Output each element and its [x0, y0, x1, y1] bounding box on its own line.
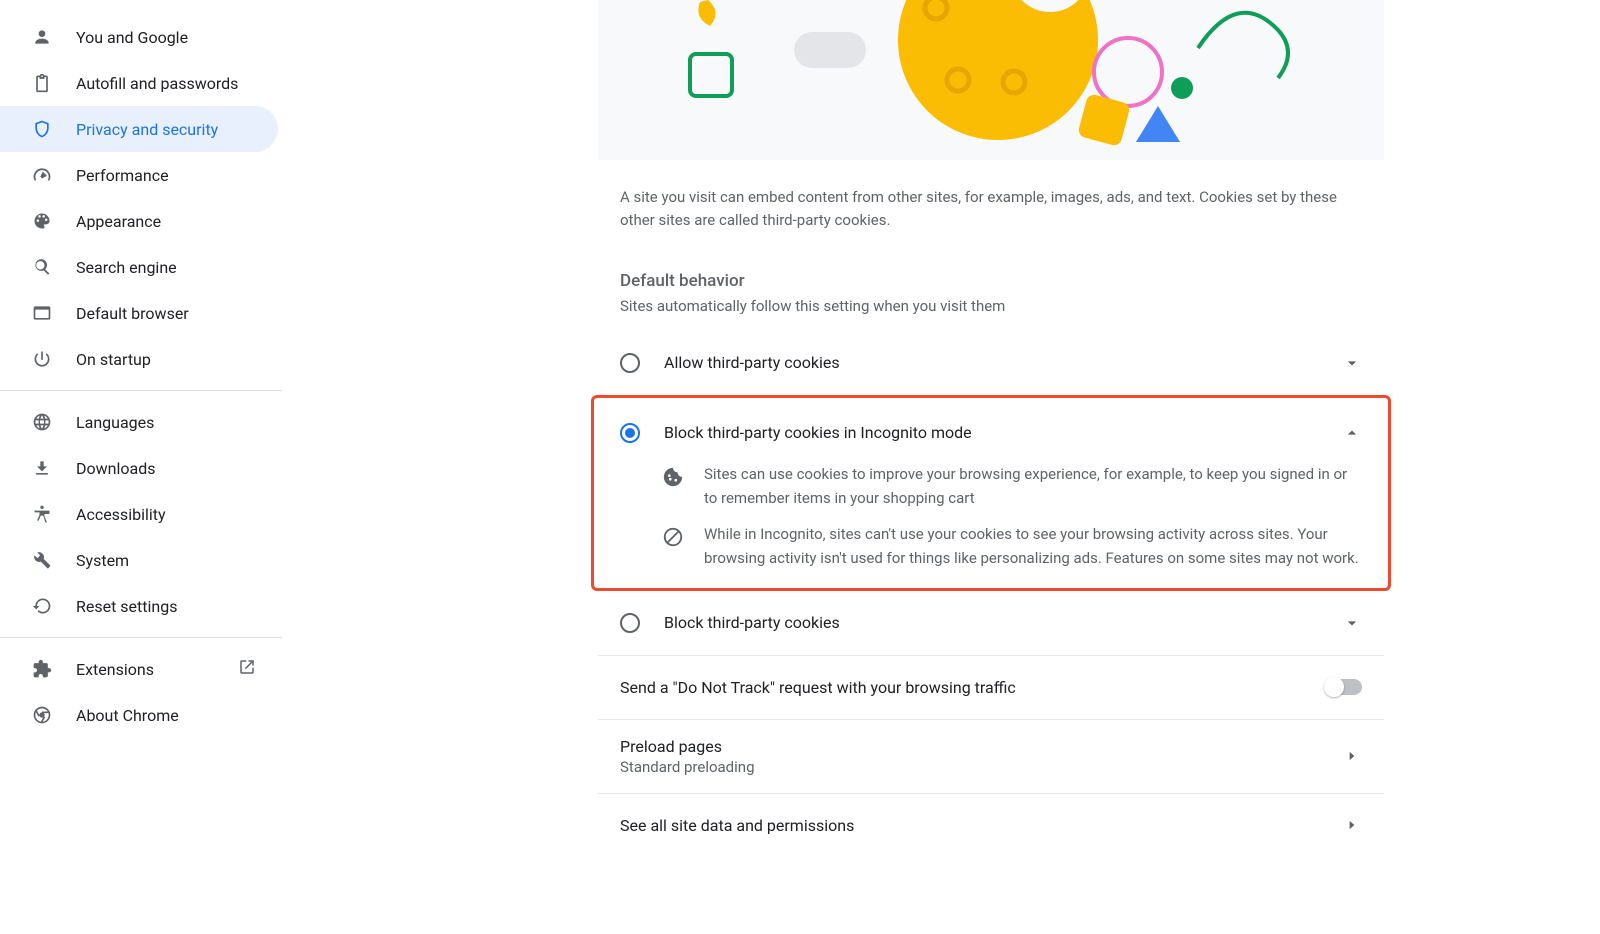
chrome-icon	[30, 703, 54, 727]
sidebar-item-label: On startup	[76, 350, 278, 369]
sidebar-item-autofill[interactable]: Autofill and passwords	[0, 60, 278, 106]
cookie-icon	[662, 466, 684, 488]
sidebar-item-label: Search engine	[76, 258, 278, 277]
chevron-down-icon[interactable]	[1342, 613, 1362, 633]
option-description-text: While in Incognito, sites can't use your…	[704, 522, 1362, 570]
radio-icon[interactable]	[620, 613, 640, 633]
option-description-text: Sites can use cookies to improve your br…	[704, 462, 1362, 510]
hero-illustration	[598, 0, 1384, 160]
sidebar-item-reset-settings[interactable]: Reset settings	[0, 583, 278, 629]
sidebar-item-downloads[interactable]: Downloads	[0, 445, 278, 491]
sidebar-item-label: About Chrome	[76, 706, 278, 725]
arrow-right-icon	[1342, 815, 1362, 835]
option-label: Allow third-party cookies	[664, 353, 1318, 372]
default-behavior-subtitle: Sites automatically follow this setting …	[598, 297, 1384, 321]
restore-icon	[30, 594, 54, 618]
toggle-switch[interactable]	[1326, 679, 1362, 695]
sidebar-item-label: Privacy and security	[76, 120, 278, 139]
sidebar-item-accessibility[interactable]: Accessibility	[0, 491, 278, 537]
sidebar-item-on-startup[interactable]: On startup	[0, 336, 278, 382]
option-block-incognito[interactable]: Block third-party cookies in Incognito m…	[598, 398, 1384, 462]
sidebar-item-default-browser[interactable]: Default browser	[0, 290, 278, 336]
wrench-icon	[30, 548, 54, 572]
sidebar-item-label: System	[76, 551, 278, 570]
row-label: Send a "Do Not Track" request with your …	[620, 678, 1302, 697]
arrow-right-icon	[1342, 746, 1362, 766]
sidebar-item-label: Performance	[76, 166, 278, 185]
sidebar-divider	[0, 637, 282, 638]
option-description-row: Sites can use cookies to improve your br…	[598, 462, 1384, 522]
globe-icon	[30, 410, 54, 434]
clipboard-icon	[30, 71, 54, 95]
sidebar-item-label: Accessibility	[76, 505, 278, 524]
sidebar-divider	[0, 390, 282, 391]
row-subtitle: Standard preloading	[620, 758, 1318, 776]
highlighted-selection: Block third-party cookies in Incognito m…	[591, 395, 1391, 591]
browser-icon	[30, 301, 54, 325]
default-behavior-title: Default behavior	[598, 233, 1384, 297]
sidebar-item-label: You and Google	[76, 28, 278, 47]
option-allow-third-party-cookies[interactable]: Allow third-party cookies	[598, 331, 1384, 395]
sidebar-item-label: Languages	[76, 413, 278, 432]
sidebar-item-system[interactable]: System	[0, 537, 278, 583]
chevron-up-icon[interactable]	[1342, 423, 1362, 443]
puzzle-icon	[30, 657, 54, 681]
settings-panel: A site you visit can embed content from …	[598, 0, 1384, 934]
row-preload-pages[interactable]: Preload pages Standard preloading	[598, 719, 1384, 793]
sidebar-item-search-engine[interactable]: Search engine	[0, 244, 278, 290]
radio-icon[interactable]	[620, 423, 640, 443]
option-description-row: While in Incognito, sites can't use your…	[598, 522, 1384, 588]
row-title: Preload pages	[620, 737, 1318, 756]
speedometer-icon	[30, 163, 54, 187]
sidebar-item-appearance[interactable]: Appearance	[0, 198, 278, 244]
sidebar-item-label: Extensions	[76, 660, 216, 679]
chevron-down-icon[interactable]	[1342, 353, 1362, 373]
sidebar-item-extensions[interactable]: Extensions	[0, 646, 278, 692]
row-see-all-site-data[interactable]: See all site data and permissions	[598, 793, 1384, 857]
settings-sidebar: You and Google Autofill and passwords Pr…	[0, 0, 282, 934]
option-label: Block third-party cookies in Incognito m…	[664, 423, 1318, 442]
sidebar-item-privacy-security[interactable]: Privacy and security	[0, 106, 278, 152]
row-label: See all site data and permissions	[620, 816, 1318, 835]
row-do-not-track[interactable]: Send a "Do Not Track" request with your …	[598, 655, 1384, 719]
sidebar-item-label: Reset settings	[76, 597, 278, 616]
row-label: Preload pages Standard preloading	[620, 737, 1318, 776]
sidebar-item-you-and-google[interactable]: You and Google	[0, 14, 278, 60]
palette-icon	[30, 209, 54, 233]
power-icon	[30, 347, 54, 371]
option-block-third-party-cookies[interactable]: Block third-party cookies	[598, 591, 1384, 655]
intro-text: A site you visit can embed content from …	[598, 160, 1384, 233]
main-content: A site you visit can embed content from …	[282, 0, 1600, 934]
accessibility-icon	[30, 502, 54, 526]
open-external-icon	[238, 658, 256, 680]
block-icon	[662, 526, 684, 548]
search-icon	[30, 255, 54, 279]
sidebar-item-label: Default browser	[76, 304, 278, 323]
sidebar-item-about-chrome[interactable]: About Chrome	[0, 692, 278, 738]
download-icon	[30, 456, 54, 480]
sidebar-item-label: Autofill and passwords	[76, 74, 278, 93]
person-icon	[30, 25, 54, 49]
sidebar-item-languages[interactable]: Languages	[0, 399, 278, 445]
sidebar-item-performance[interactable]: Performance	[0, 152, 278, 198]
shield-icon	[30, 117, 54, 141]
sidebar-item-label: Appearance	[76, 212, 278, 231]
radio-icon[interactable]	[620, 353, 640, 373]
option-label: Block third-party cookies	[664, 613, 1318, 632]
sidebar-item-label: Downloads	[76, 459, 278, 478]
